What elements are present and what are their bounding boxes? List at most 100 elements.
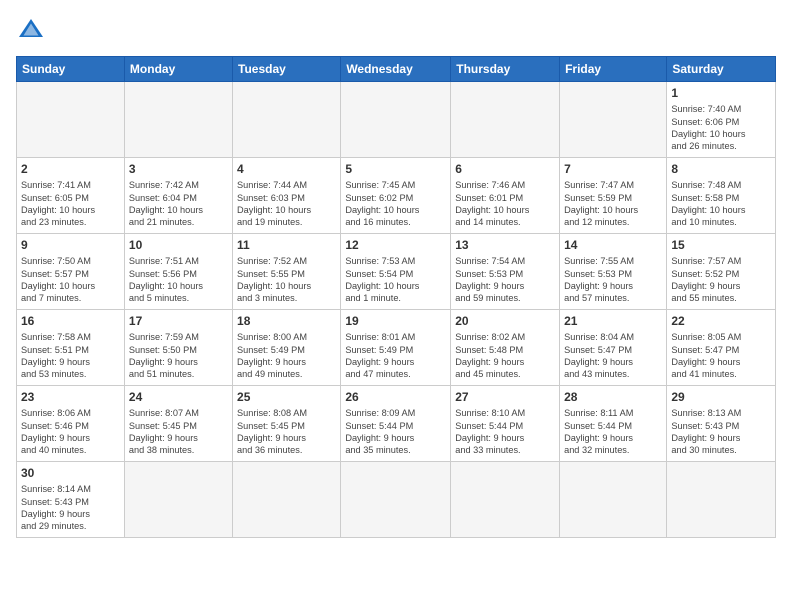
calendar-week-row: 23 Sunrise: 8:06 AM Sunset: 5:46 PM Dayli… bbox=[17, 386, 776, 462]
header bbox=[16, 16, 776, 46]
calendar-cell: 4Sunrise: 7:44 AM Sunset: 6:03 PM Daylig… bbox=[233, 158, 341, 234]
calendar-cell: 17 Sunrise: 7:59 AM Sunset: 5:50 PM Dayli… bbox=[124, 310, 232, 386]
day-number: 2 bbox=[21, 161, 120, 177]
calendar-week-row: 1Sunrise: 7:40 AM Sunset: 6:06 PM Daylig… bbox=[17, 82, 776, 158]
day-info: Sunrise: 7:59 AM Sunset: 5:50 PM Dayligh… bbox=[129, 331, 228, 381]
day-info: Sunrise: 7:47 AM Sunset: 5:59 PM Dayligh… bbox=[564, 179, 662, 229]
day-info: Sunrise: 7:53 AM Sunset: 5:54 PM Dayligh… bbox=[345, 255, 446, 305]
day-info: Sunrise: 7:52 AM Sunset: 5:55 PM Dayligh… bbox=[237, 255, 336, 305]
day-number: 29 bbox=[671, 389, 771, 405]
weekday-header-row: SundayMondayTuesdayWednesdayThursdayFrid… bbox=[17, 57, 776, 82]
calendar-cell: 25 Sunrise: 8:08 AM Sunset: 5:45 PM Dayli… bbox=[233, 386, 341, 462]
day-number: 1 bbox=[671, 85, 771, 101]
calendar-cell: 24Sunrise: 8:07 AM Sunset: 5:45 PM Dayli… bbox=[124, 386, 232, 462]
day-number: 14 bbox=[564, 237, 662, 253]
weekday-header-friday: Friday bbox=[560, 57, 667, 82]
calendar-cell: 30 Sunrise: 8:14 AM Sunset: 5:43 PM Dayli… bbox=[17, 462, 125, 538]
calendar-cell: 16 Sunrise: 7:58 AM Sunset: 5:51 PM Dayli… bbox=[17, 310, 125, 386]
calendar-cell bbox=[341, 82, 451, 158]
day-info: Sunrise: 7:58 AM Sunset: 5:51 PM Dayligh… bbox=[21, 331, 120, 381]
day-number: 3 bbox=[129, 161, 228, 177]
day-info: Sunrise: 8:01 AM Sunset: 5:49 PM Dayligh… bbox=[345, 331, 446, 381]
day-info: Sunrise: 8:08 AM Sunset: 5:45 PM Dayligh… bbox=[237, 407, 336, 457]
calendar-cell: 5Sunrise: 7:45 AM Sunset: 6:02 PM Daylig… bbox=[341, 158, 451, 234]
calendar-cell: 6 Sunrise: 7:46 AM Sunset: 6:01 PM Daylig… bbox=[451, 158, 560, 234]
calendar-cell bbox=[233, 462, 341, 538]
day-info: Sunrise: 7:50 AM Sunset: 5:57 PM Dayligh… bbox=[21, 255, 120, 305]
calendar-cell: 28Sunrise: 8:11 AM Sunset: 5:44 PM Dayli… bbox=[560, 386, 667, 462]
logo bbox=[16, 16, 50, 46]
weekday-header-sunday: Sunday bbox=[17, 57, 125, 82]
day-info: Sunrise: 7:44 AM Sunset: 6:03 PM Dayligh… bbox=[237, 179, 336, 229]
calendar-cell: 10 Sunrise: 7:51 AM Sunset: 5:56 PM Dayli… bbox=[124, 234, 232, 310]
day-info: Sunrise: 7:42 AM Sunset: 6:04 PM Dayligh… bbox=[129, 179, 228, 229]
calendar-table: SundayMondayTuesdayWednesdayThursdayFrid… bbox=[16, 56, 776, 538]
calendar-week-row: 16 Sunrise: 7:58 AM Sunset: 5:51 PM Dayli… bbox=[17, 310, 776, 386]
day-number: 27 bbox=[455, 389, 555, 405]
calendar-cell: 26 Sunrise: 8:09 AM Sunset: 5:44 PM Dayli… bbox=[341, 386, 451, 462]
day-info: Sunrise: 8:14 AM Sunset: 5:43 PM Dayligh… bbox=[21, 483, 120, 533]
calendar-cell: 14 Sunrise: 7:55 AM Sunset: 5:53 PM Dayli… bbox=[560, 234, 667, 310]
calendar-cell: 23 Sunrise: 8:06 AM Sunset: 5:46 PM Dayli… bbox=[17, 386, 125, 462]
day-number: 28 bbox=[564, 389, 662, 405]
day-number: 26 bbox=[345, 389, 446, 405]
day-number: 17 bbox=[129, 313, 228, 329]
calendar-week-row: 30 Sunrise: 8:14 AM Sunset: 5:43 PM Dayli… bbox=[17, 462, 776, 538]
page: SundayMondayTuesdayWednesdayThursdayFrid… bbox=[0, 0, 792, 612]
calendar-cell bbox=[233, 82, 341, 158]
calendar-cell: 21 Sunrise: 8:04 AM Sunset: 5:47 PM Dayli… bbox=[560, 310, 667, 386]
calendar-cell bbox=[341, 462, 451, 538]
calendar-week-row: 9 Sunrise: 7:50 AM Sunset: 5:57 PM Daylig… bbox=[17, 234, 776, 310]
calendar-cell bbox=[124, 82, 232, 158]
day-info: Sunrise: 8:07 AM Sunset: 5:45 PM Dayligh… bbox=[129, 407, 228, 457]
calendar-cell: 11 Sunrise: 7:52 AM Sunset: 5:55 PM Dayli… bbox=[233, 234, 341, 310]
calendar-cell: 9 Sunrise: 7:50 AM Sunset: 5:57 PM Daylig… bbox=[17, 234, 125, 310]
weekday-header-thursday: Thursday bbox=[451, 57, 560, 82]
day-info: Sunrise: 8:06 AM Sunset: 5:46 PM Dayligh… bbox=[21, 407, 120, 457]
calendar-cell bbox=[124, 462, 232, 538]
day-number: 23 bbox=[21, 389, 120, 405]
day-info: Sunrise: 8:02 AM Sunset: 5:48 PM Dayligh… bbox=[455, 331, 555, 381]
day-info: Sunrise: 8:00 AM Sunset: 5:49 PM Dayligh… bbox=[237, 331, 336, 381]
day-number: 7 bbox=[564, 161, 662, 177]
day-number: 22 bbox=[671, 313, 771, 329]
day-number: 9 bbox=[21, 237, 120, 253]
weekday-header-tuesday: Tuesday bbox=[233, 57, 341, 82]
calendar-cell bbox=[451, 82, 560, 158]
day-number: 6 bbox=[455, 161, 555, 177]
calendar-cell: 12Sunrise: 7:53 AM Sunset: 5:54 PM Dayli… bbox=[341, 234, 451, 310]
day-number: 10 bbox=[129, 237, 228, 253]
logo-icon bbox=[16, 16, 46, 46]
day-info: Sunrise: 8:13 AM Sunset: 5:43 PM Dayligh… bbox=[671, 407, 771, 457]
day-info: Sunrise: 7:51 AM Sunset: 5:56 PM Dayligh… bbox=[129, 255, 228, 305]
day-info: Sunrise: 7:46 AM Sunset: 6:01 PM Dayligh… bbox=[455, 179, 555, 229]
calendar-cell: 27Sunrise: 8:10 AM Sunset: 5:44 PM Dayli… bbox=[451, 386, 560, 462]
day-number: 30 bbox=[21, 465, 120, 481]
day-number: 15 bbox=[671, 237, 771, 253]
day-info: Sunrise: 7:57 AM Sunset: 5:52 PM Dayligh… bbox=[671, 255, 771, 305]
day-number: 18 bbox=[237, 313, 336, 329]
weekday-header-wednesday: Wednesday bbox=[341, 57, 451, 82]
calendar-cell: 13Sunrise: 7:54 AM Sunset: 5:53 PM Dayli… bbox=[451, 234, 560, 310]
day-number: 16 bbox=[21, 313, 120, 329]
weekday-header-saturday: Saturday bbox=[667, 57, 776, 82]
calendar-cell: 8Sunrise: 7:48 AM Sunset: 5:58 PM Daylig… bbox=[667, 158, 776, 234]
day-number: 11 bbox=[237, 237, 336, 253]
day-info: Sunrise: 8:04 AM Sunset: 5:47 PM Dayligh… bbox=[564, 331, 662, 381]
day-number: 25 bbox=[237, 389, 336, 405]
calendar-cell: 7 Sunrise: 7:47 AM Sunset: 5:59 PM Daylig… bbox=[560, 158, 667, 234]
calendar-cell: 22Sunrise: 8:05 AM Sunset: 5:47 PM Dayli… bbox=[667, 310, 776, 386]
day-info: Sunrise: 7:55 AM Sunset: 5:53 PM Dayligh… bbox=[564, 255, 662, 305]
calendar-cell bbox=[451, 462, 560, 538]
calendar-cell: 3 Sunrise: 7:42 AM Sunset: 6:04 PM Daylig… bbox=[124, 158, 232, 234]
day-info: Sunrise: 7:41 AM Sunset: 6:05 PM Dayligh… bbox=[21, 179, 120, 229]
day-number: 21 bbox=[564, 313, 662, 329]
calendar-week-row: 2 Sunrise: 7:41 AM Sunset: 6:05 PM Daylig… bbox=[17, 158, 776, 234]
day-number: 5 bbox=[345, 161, 446, 177]
calendar-cell: 1Sunrise: 7:40 AM Sunset: 6:06 PM Daylig… bbox=[667, 82, 776, 158]
weekday-header-monday: Monday bbox=[124, 57, 232, 82]
day-number: 19 bbox=[345, 313, 446, 329]
day-number: 13 bbox=[455, 237, 555, 253]
day-info: Sunrise: 8:09 AM Sunset: 5:44 PM Dayligh… bbox=[345, 407, 446, 457]
calendar-cell: 19 Sunrise: 8:01 AM Sunset: 5:49 PM Dayli… bbox=[341, 310, 451, 386]
